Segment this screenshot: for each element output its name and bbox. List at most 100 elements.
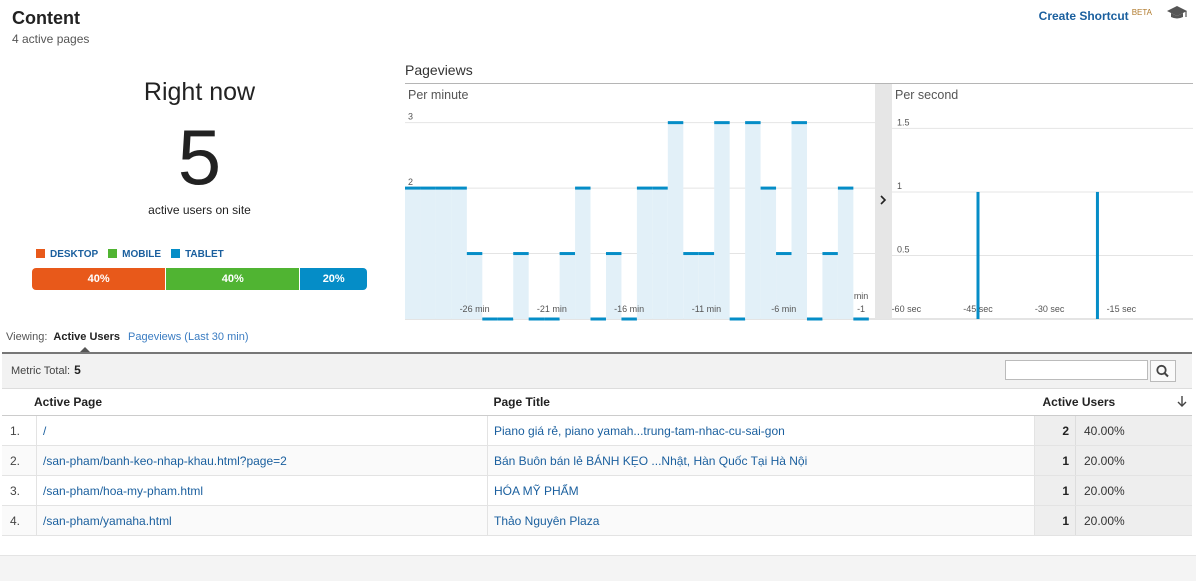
per-minute-title: Per minute [408, 88, 468, 102]
per-minute-xtick: -21 min [537, 304, 567, 314]
per-second-bar[interactable] [1095, 191, 1099, 319]
per-minute-bar[interactable] [714, 122, 730, 319]
per-minute-bar-cap [575, 186, 591, 190]
per-second-xtick: -60 sec [892, 304, 922, 314]
per-second-xtick: -15 sec [1107, 304, 1137, 314]
row-active-users-pct: 20.00% [1075, 475, 1192, 506]
per-minute-bar-cap [729, 317, 746, 321]
per-minute-bar[interactable] [745, 122, 761, 319]
per-minute-bar-cap [760, 186, 777, 190]
viewing-label: Viewing: [6, 331, 48, 343]
row-active-page-link[interactable]: / [36, 415, 488, 446]
beta-badge: BETA [1131, 8, 1152, 17]
table-row: 3./san-pham/hoa-my-pham.html HÓA MỸ PHẨM 1… [2, 475, 1192, 506]
create-shortcut-link[interactable]: Create Shortcut BETA [1039, 8, 1152, 23]
per-second-xtick: -30 sec [1035, 304, 1065, 314]
search-icon [1156, 364, 1169, 378]
row-index: 4. [2, 505, 37, 536]
row-active-users: 2 [1034, 415, 1076, 446]
per-second-xtick: -45 sec [963, 304, 993, 314]
per-minute-bar-cap [698, 252, 715, 256]
per-minute-bar-cap [590, 317, 606, 321]
per-minute-xtick: -1 [857, 304, 865, 314]
metric-total-value: 5 [74, 363, 81, 377]
search-input[interactable] [1005, 360, 1148, 380]
per-minute-bar[interactable] [435, 188, 452, 319]
per-minute-bar-cap [420, 186, 436, 190]
graduation-cap-icon[interactable] [1166, 4, 1188, 22]
tablet-segment: 20% [299, 268, 367, 290]
per-minute-bar-cap [497, 317, 514, 321]
per-minute-bar-cap [528, 317, 545, 321]
per-minute-bar-cap [667, 121, 684, 125]
per-minute-bar-cap [683, 252, 699, 256]
per-minute-bar-cap [806, 317, 823, 321]
row-active-users-pct: 20.00% [1075, 505, 1192, 536]
active-users-label: active users on site [148, 203, 251, 217]
per-second-bar[interactable] [976, 191, 980, 319]
per-minute-bar-cap [466, 252, 483, 256]
row-active-users: 1 [1034, 505, 1076, 536]
metric-total: Metric Total: 5 [11, 363, 81, 377]
per-minute-ytick: 2 [408, 177, 413, 187]
row-active-page-link[interactable]: /san-pham/banh-keo-nhap-khau.html?page=2 [36, 445, 488, 476]
viewing-tabs: Viewing: Active Users Pageviews (Last 30 m… [6, 331, 249, 343]
tablet-swatch [171, 249, 181, 258]
tab-active-users[interactable]: Active Users [53, 331, 120, 343]
per-minute-bar[interactable] [636, 188, 653, 319]
active-users-count: 5 [177, 113, 222, 201]
active-pages-table: Active Page Page Title Active Users 1. / P… [2, 388, 1192, 536]
row-index: 3. [2, 475, 37, 506]
arrow-down-icon[interactable] [1176, 395, 1188, 408]
per-minute-bar-cap [853, 317, 869, 321]
metric-bar: Metric Total: 5 [2, 352, 1192, 389]
per-minute-bar-cap [652, 186, 668, 190]
row-active-page-link[interactable]: /san-pham/yamaha.html [36, 505, 488, 536]
col-page-title[interactable]: Page Title [487, 388, 1035, 416]
per-minute-bar[interactable] [451, 188, 467, 319]
per-minute-bar-cap [621, 317, 637, 321]
per-minute-bar-cap [714, 121, 730, 125]
per-minute-bar-cap [605, 252, 622, 256]
page-subtitle: 4 active pages [12, 32, 90, 46]
per-minute-bar-cap [745, 121, 761, 125]
row-page-title-link[interactable]: HÓA MỸ PHẨM [487, 475, 1035, 506]
right-now-heading: Right now [143, 78, 256, 106]
tab-pageviews[interactable]: Pageviews (Last 30 min) [128, 331, 248, 343]
per-minute-xtick: -16 min [614, 304, 644, 314]
per-minute-bar-cap [544, 317, 560, 321]
row-page-title-link[interactable]: Bán Buôn bán lẻ BÁNH KẸO ...Nhật, Hàn Qu… [487, 445, 1035, 476]
mobile-swatch [108, 249, 118, 258]
per-minute-bar-cap [435, 186, 452, 190]
per-minute-bar[interactable] [575, 188, 591, 319]
row-active-users: 1 [1034, 445, 1076, 476]
per-minute-bar[interactable] [652, 188, 668, 319]
per-minute-bar[interactable] [822, 253, 838, 319]
per-minute-xtick: -26 min [460, 304, 490, 314]
per-second-title: Per second [895, 88, 958, 102]
desktop-segment: 40% [32, 268, 166, 290]
per-minute-bar-cap [513, 252, 529, 256]
row-page-title-link[interactable]: Thảo Nguyên Plaza [487, 505, 1035, 536]
device-share-bar: 40% 40% 20% [32, 268, 367, 290]
per-minute-xtick: -11 min [692, 304, 721, 314]
per-minute-bar[interactable] [837, 188, 854, 319]
row-active-page-link[interactable]: /san-pham/hoa-my-pham.html [36, 475, 488, 506]
table-row: 1. / Piano giá rẻ, piano yamah...trung-tam… [2, 415, 1192, 446]
search-button[interactable] [1150, 360, 1176, 382]
col-active-page[interactable]: Active Page [2, 388, 488, 416]
per-minute-bar[interactable] [760, 188, 777, 319]
per-second-ytick: 1.5 [897, 117, 910, 127]
per-minute-bar[interactable] [405, 188, 421, 319]
per-second-ytick: 0.5 [897, 244, 910, 254]
legend-desktop: DESKTOP [36, 249, 98, 260]
per-minute-bar[interactable] [667, 122, 684, 319]
per-minute-bar-cap [559, 252, 576, 256]
col-active-users[interactable]: Active Users [1034, 388, 1192, 416]
table-row: 2./san-pham/banh-keo-nhap-khau.html?page… [2, 445, 1192, 476]
per-minute-bar[interactable] [513, 253, 529, 319]
per-minute-bar[interactable] [791, 122, 807, 319]
per-minute-bar[interactable] [420, 188, 436, 319]
row-page-title-link[interactable]: Piano giá rẻ, piano yamah...trung-tam-nh… [487, 415, 1035, 446]
device-legend: DESKTOP MOBILE TABLET [36, 249, 224, 260]
